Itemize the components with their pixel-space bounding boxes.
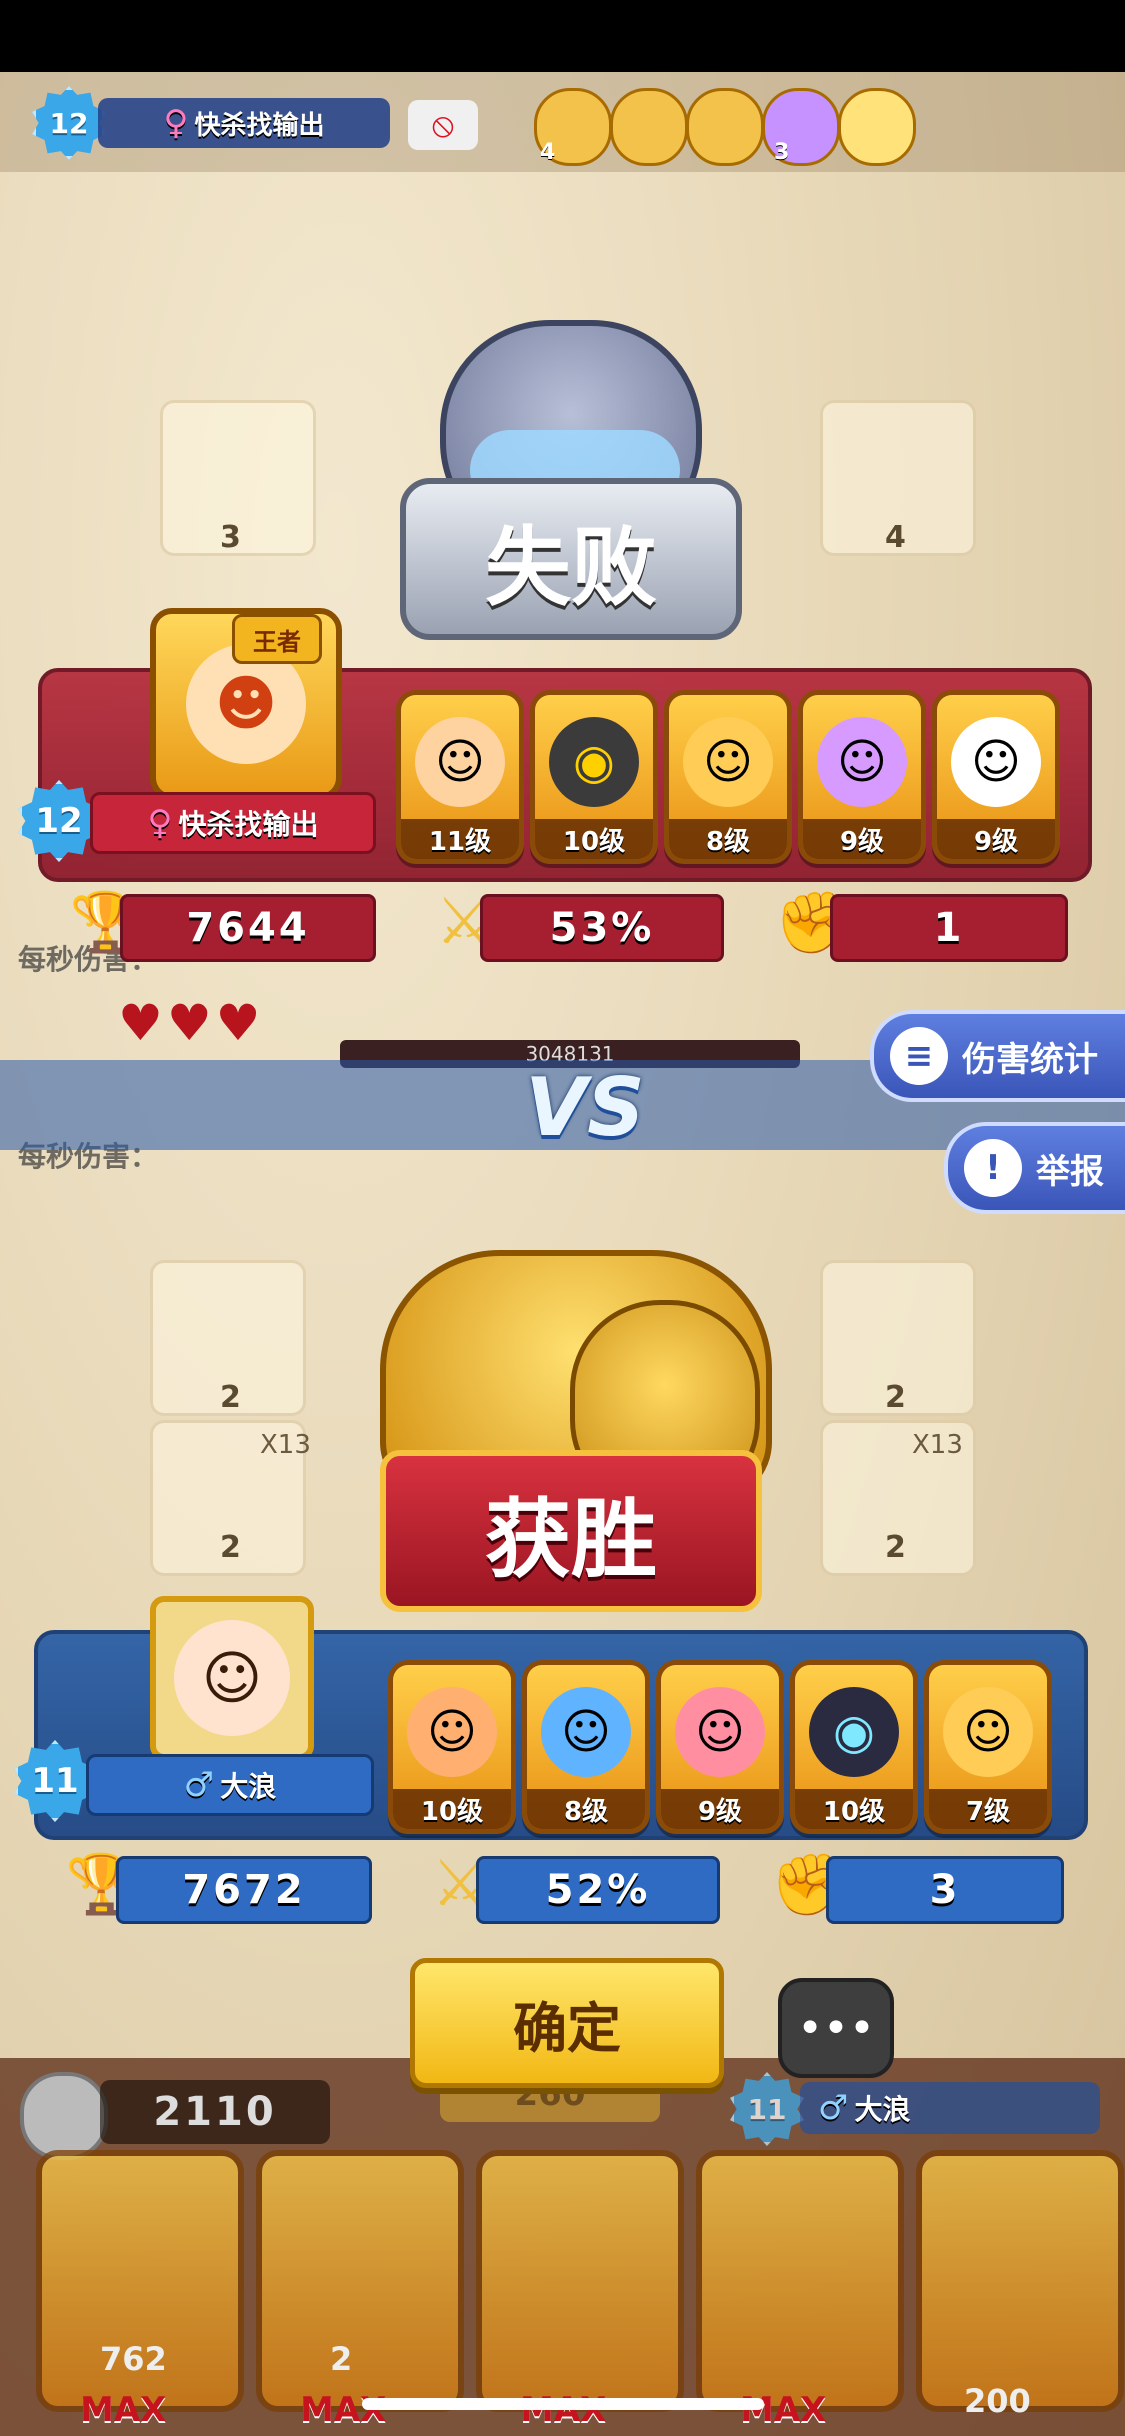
- winner-avatar: ☺: [150, 1596, 314, 1760]
- loser-name-bar: ♀ 快杀找输出: [90, 792, 376, 854]
- loser-hero-card[interactable]: ☺ 11级: [396, 690, 524, 864]
- hero-level: 8级: [527, 1789, 645, 1829]
- coin-count: 2110: [100, 2080, 330, 2144]
- loser-name: 快杀找输出: [178, 808, 319, 841]
- monkey-king-icon: ☺: [407, 1687, 497, 1777]
- masked-anubis-icon: ◉: [809, 1687, 899, 1777]
- deck-card[interactable]: [696, 2150, 904, 2412]
- male-icon: ♂: [183, 1765, 215, 1805]
- king-rank-badge: 王者: [232, 614, 322, 664]
- female-icon: ♀: [147, 803, 173, 843]
- loser-hero-card[interactable]: ☺ 8级: [664, 690, 792, 864]
- hooded-mage-icon: ◉: [549, 717, 639, 807]
- hero-level: 9级: [661, 1789, 779, 1829]
- status-bar: [0, 0, 1125, 72]
- top-hero-avatar: [610, 88, 688, 166]
- cell-multiplier: X13: [912, 1430, 963, 1460]
- mustache-chef-icon: ☺: [683, 717, 773, 807]
- defeat-banner: 失败: [400, 478, 742, 640]
- vs-label: VS: [525, 1060, 645, 1154]
- winner-win-rate: 52%: [476, 1856, 720, 1924]
- top-hero-stars: 3: [774, 140, 790, 165]
- loser-streak: 1: [830, 894, 1068, 962]
- deck-card[interactable]: [256, 2150, 464, 2412]
- winner-hero-card[interactable]: ☺ 9级: [656, 1660, 784, 1834]
- bottom-player-name-text: 大浪: [854, 2093, 911, 2126]
- mustache-chef-icon: ☺: [943, 1687, 1033, 1777]
- winner-name-bar: ♂ 大浪: [86, 1754, 374, 1816]
- cell-count: 2: [220, 1530, 241, 1565]
- card-value: 2: [330, 2340, 353, 2378]
- hero-level: 10级: [795, 1789, 913, 1829]
- geisha-portrait-icon: ☺: [174, 1620, 290, 1736]
- victory-banner: 获胜: [380, 1450, 762, 1612]
- hero-level: 9级: [803, 819, 921, 859]
- mute-icon[interactable]: ⦸: [408, 100, 478, 150]
- winner-hero-card[interactable]: ☺ 7级: [924, 1660, 1052, 1834]
- winner-hero-card[interactable]: ◉ 10级: [790, 1660, 918, 1834]
- winner-hero-card[interactable]: ☺ 8级: [522, 1660, 650, 1834]
- hero-level: 10级: [393, 1789, 511, 1829]
- chat-icon[interactable]: •••: [778, 1978, 894, 2078]
- loser-hero-card[interactable]: ☺ 9级: [932, 690, 1060, 864]
- shield-alert-icon: !: [964, 1139, 1022, 1197]
- loser-hero-card[interactable]: ◉ 10级: [530, 690, 658, 864]
- cell-count: 2: [220, 1380, 241, 1415]
- winner-streak: 3: [826, 1856, 1064, 1924]
- damage-stats-button[interactable]: ≡ 伤害统计: [870, 1010, 1125, 1102]
- purple-witch-icon: ☺: [817, 717, 907, 807]
- winner-trophies: 7672: [116, 1856, 372, 1924]
- top-hero-avatar: [838, 88, 916, 166]
- report-label: 举报: [1036, 1151, 1104, 1192]
- deck-card[interactable]: [476, 2150, 684, 2412]
- loser-win-rate: 53%: [480, 894, 724, 962]
- coin-icon: [20, 2072, 108, 2160]
- max-label: MAX: [520, 2390, 607, 2430]
- cell-count: 3: [220, 520, 241, 555]
- loser-trophies: 7644: [120, 894, 376, 962]
- male-icon: ♂: [818, 2088, 849, 2128]
- loser-hero-card[interactable]: ☺ 9级: [798, 690, 926, 864]
- top-player-name: ♀ 快杀找输出: [98, 98, 390, 148]
- winner-name: 大浪: [220, 1770, 277, 1803]
- hero-level: 7级: [929, 1789, 1047, 1829]
- hero-level: 8级: [669, 819, 787, 859]
- hero-level: 9级: [937, 819, 1055, 859]
- card-value: 200: [964, 2382, 1031, 2420]
- winner-hero-card[interactable]: ☺ 10级: [388, 1660, 516, 1834]
- card-value: 762: [100, 2340, 167, 2378]
- report-button[interactable]: ! 举报: [944, 1122, 1125, 1214]
- hero-level: 11级: [401, 819, 519, 859]
- hearts-row: ♥♥♥: [118, 994, 265, 1052]
- home-indicator[interactable]: [362, 2398, 764, 2410]
- cell-count: 4: [885, 520, 906, 555]
- top-hero-stars: 4: [540, 140, 556, 165]
- list-icon: ≡: [890, 1027, 948, 1085]
- cell-count: 2: [885, 1530, 906, 1565]
- white-ghost-icon: ☺: [951, 717, 1041, 807]
- bottom-player-name: ♂ 大浪: [800, 2082, 1100, 2134]
- monocle-pig-icon: ☺: [675, 1687, 765, 1777]
- cell-count: 2: [885, 1380, 906, 1415]
- cell-multiplier: X13: [260, 1430, 311, 1460]
- damage-stats-label: 伤害统计: [962, 1039, 1098, 1080]
- deck-card[interactable]: [916, 2150, 1124, 2412]
- monkey-king-icon: ☺: [415, 717, 505, 807]
- confirm-button[interactable]: 确定: [410, 1958, 724, 2088]
- max-label: MAX: [80, 2390, 167, 2430]
- max-label: MAX: [300, 2390, 387, 2430]
- pharaoh-icon: ☺: [541, 1687, 631, 1777]
- female-icon: ♀: [163, 103, 189, 143]
- top-hero-avatar: [686, 88, 764, 166]
- top-player-name-text: 快杀找输出: [194, 110, 325, 141]
- hero-level: 10级: [535, 819, 653, 859]
- max-label: MAX: [740, 2390, 827, 2430]
